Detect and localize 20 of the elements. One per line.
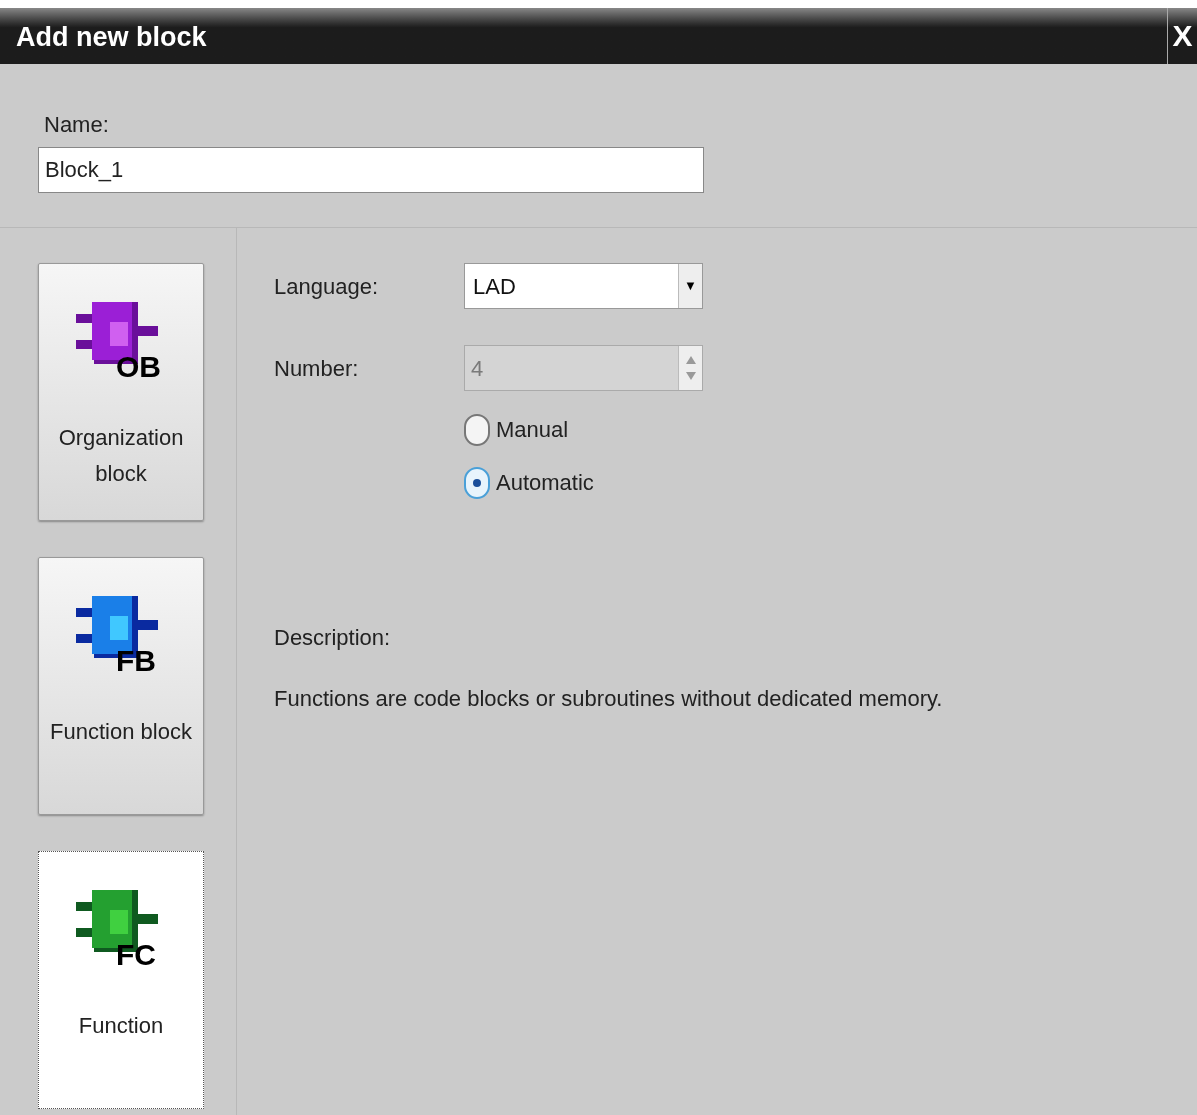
window-title: Add new block — [16, 24, 207, 54]
block-type-button[interactable]: OB Organization block — [38, 263, 204, 521]
block-code-label: FC — [116, 940, 156, 970]
language-dropdown[interactable]: LAD ▼ — [464, 263, 703, 309]
radio-label: Manual — [496, 416, 569, 444]
name-input[interactable]: Block_1 — [38, 147, 704, 193]
block-code-label: OB — [116, 352, 161, 382]
number-label: Number: — [274, 354, 360, 383]
language-label: Language: — [274, 272, 379, 301]
radio-label: Automatic — [496, 469, 594, 497]
block-code-label: FB — [116, 646, 156, 676]
radio-button[interactable] — [464, 413, 490, 446]
name-label: Name: — [43, 111, 110, 139]
description-text: Functions are code blocks or subroutines without dedicated memory. — [274, 685, 944, 713]
block-type-button[interactable]: FB Function block — [38, 557, 204, 815]
number-value: 4 — [470, 354, 485, 383]
block-type-button[interactable]: FC Function — [38, 851, 204, 1109]
language-value: LAD — [472, 272, 517, 301]
radio-button[interactable] — [464, 466, 490, 499]
description-label: Description: — [274, 624, 392, 652]
